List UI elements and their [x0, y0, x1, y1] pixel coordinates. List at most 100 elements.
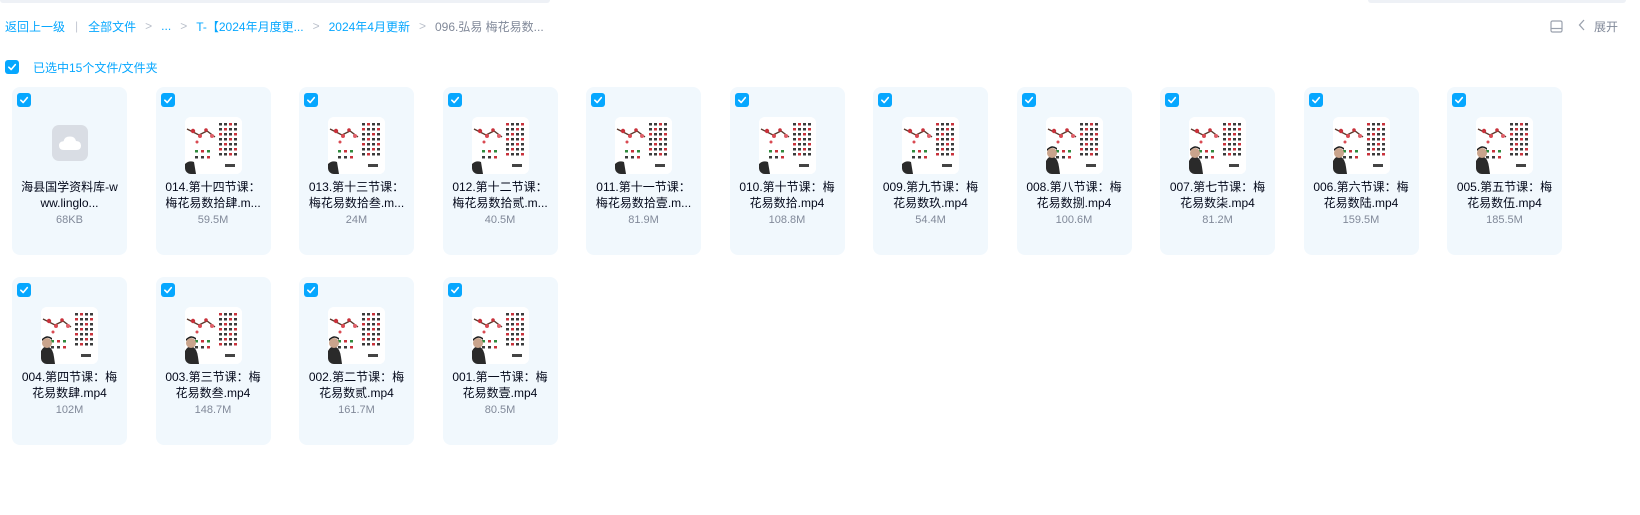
checkmark-icon: [306, 286, 316, 294]
file-card[interactable]: 012.第十二节课：梅花易数拾贰.m... 40.5M: [442, 87, 558, 255]
file-size: 161.7M: [338, 404, 375, 416]
file-card[interactable]: 003.第三节课：梅花易数叁.mp4 148.7M: [155, 277, 271, 445]
video-thumbnail-image: [902, 117, 959, 174]
video-thumbnail-image: [1332, 117, 1390, 174]
video-thumbnail-image: [184, 117, 242, 174]
file-card[interactable]: 005.第五节课：梅花易数伍.mp4 185.5M: [1447, 87, 1562, 255]
checkmark-icon: [19, 96, 29, 104]
file-card[interactable]: 013.第十三节课：梅花易数拾叁.m... 24M: [299, 87, 414, 255]
video-thumbnail: [1045, 117, 1103, 174]
video-thumbnail: [1189, 117, 1246, 174]
file-checkbox[interactable]: [160, 283, 175, 297]
breadcrumb-separator: >: [180, 19, 188, 33]
file-name: 012.第十二节课：梅花易数拾贰.m...: [452, 180, 548, 210]
select-all-checkbox[interactable]: [5, 60, 19, 74]
checkmark-icon: [306, 96, 316, 104]
file-checkbox[interactable]: [1452, 93, 1466, 107]
file-size: 68KB: [56, 214, 83, 226]
breadcrumb-divider: |: [75, 19, 79, 33]
checkmark-icon: [7, 63, 17, 71]
file-checkbox[interactable]: [304, 93, 318, 107]
file-name: 001.第一节课：梅花易数壹.mp4: [452, 370, 548, 400]
file-card[interactable]: 014.第十四节课：梅花易数拾肆.m... 59.5M: [155, 87, 271, 255]
checkmark-icon: [1024, 96, 1033, 104]
breadcrumb-ellipsis[interactable]: ...: [161, 19, 171, 33]
checkmark-icon: [1167, 96, 1177, 104]
file-size: 108.8M: [768, 214, 806, 226]
file-name: 009.第九节课：梅花易数玖.mp4: [882, 180, 979, 210]
video-thumbnail-image: [615, 117, 672, 174]
video-thumbnail: [1332, 117, 1390, 174]
file-name: 013.第十三节课：梅花易数拾叁.m...: [308, 180, 405, 210]
file-checkbox[interactable]: [1308, 93, 1323, 107]
file-name: 007.第七节课：梅花易数柒.mp4: [1169, 180, 1266, 210]
video-thumbnail-image: [184, 307, 242, 364]
sidebar-layout-icon[interactable]: [1550, 19, 1564, 33]
file-name: 003.第三节课：梅花易数叁.mp4: [165, 370, 261, 400]
breadcrumb-folder-monthly[interactable]: T-【2024年月度更...: [196, 18, 303, 35]
file-card[interactable]: 004.第四节课：梅花易数肆.mp4 102M: [12, 277, 127, 445]
search-bar-remnant: [0, 0, 550, 3]
file-card[interactable]: 007.第七节课：梅花易数柒.mp4 81.2M: [1160, 87, 1275, 255]
file-grid: 海县国学资料库-www.linglo... 68KB 014.第十四节课：梅花易…: [12, 87, 1562, 445]
video-thumbnail: [184, 307, 242, 364]
video-thumbnail: [471, 117, 529, 174]
video-thumbnail-image: [41, 307, 98, 364]
header-remnant: [1368, 0, 1626, 3]
checkmark-icon: [450, 96, 459, 104]
video-thumbnail-image: [1476, 117, 1533, 174]
video-thumbnail-image: [328, 307, 385, 364]
file-checkbox[interactable]: [447, 283, 462, 297]
checkmark-icon: [593, 96, 603, 104]
file-name: 011.第十一节课：梅花易数拾壹.m...: [595, 180, 692, 210]
breadcrumb-separator: >: [145, 19, 153, 33]
video-thumbnail: [328, 117, 385, 174]
breadcrumb-separator: >: [312, 19, 320, 33]
back-link[interactable]: 返回上一级: [5, 18, 65, 35]
video-thumbnail-image: [758, 117, 816, 174]
expand-button[interactable]: 展开: [1578, 18, 1618, 35]
file-card[interactable]: 009.第九节课：梅花易数玖.mp4 54.4M: [873, 87, 988, 255]
file-checkbox[interactable]: [17, 93, 31, 107]
file-size: 40.5M: [484, 214, 516, 226]
video-thumbnail-image: [328, 117, 385, 174]
breadcrumb: 返回上一级 | 全部文件 > ... > T-【2024年月度更... > 20…: [5, 18, 544, 34]
checkmark-icon: [163, 96, 172, 104]
file-card[interactable]: 002.第二节课：梅花易数贰.mp4 161.7M: [299, 277, 414, 445]
video-thumbnail: [184, 117, 242, 174]
video-thumbnail-image: [1189, 117, 1246, 174]
checkmark-icon: [1311, 96, 1320, 104]
checkmark-icon: [163, 286, 172, 294]
file-checkbox[interactable]: [878, 93, 892, 107]
file-card[interactable]: 010.第十节课：梅花易数拾.mp4 108.8M: [729, 87, 845, 255]
file-checkbox[interactable]: [1165, 93, 1179, 107]
breadcrumb-current: 096.弘易 梅花易数...: [434, 19, 544, 34]
file-card[interactable]: 001.第一节课：梅花易数壹.mp4 80.5M: [442, 277, 558, 445]
file-card[interactable]: 海县国学资料库-www.linglo... 68KB: [12, 87, 127, 255]
checkmark-icon: [1454, 96, 1464, 104]
file-size: 80.5M: [484, 404, 516, 416]
file-card[interactable]: 008.第八节课：梅花易数捌.mp4 100.6M: [1016, 87, 1132, 255]
file-name: 002.第二节课：梅花易数贰.mp4: [308, 370, 405, 400]
file-checkbox[interactable]: [447, 93, 462, 107]
file-checkbox[interactable]: [591, 93, 605, 107]
breadcrumb-folder-april[interactable]: 2024年4月更新: [329, 18, 410, 35]
file-name: 010.第十节课：梅花易数拾.mp4: [739, 180, 835, 210]
breadcrumb-all-files[interactable]: 全部文件: [88, 18, 136, 35]
file-name: 005.第五节课：梅花易数伍.mp4: [1456, 180, 1553, 210]
expand-label: 展开: [1593, 19, 1618, 34]
file-size: 54.4M: [915, 214, 946, 226]
file-name: 004.第四节课：梅花易数肆.mp4: [21, 370, 118, 400]
file-checkbox[interactable]: [17, 283, 31, 297]
video-thumbnail-image: [471, 117, 529, 174]
file-checkbox[interactable]: [734, 93, 749, 107]
video-thumbnail: [41, 307, 98, 364]
file-card[interactable]: 006.第六节课：梅花易数陆.mp4 159.5M: [1303, 87, 1419, 255]
file-size: 159.5M: [1342, 214, 1380, 226]
file-card[interactable]: 011.第十一节课：梅花易数拾壹.m... 81.9M: [586, 87, 701, 255]
file-checkbox[interactable]: [1021, 93, 1036, 107]
video-thumbnail-image: [1045, 117, 1103, 174]
file-checkbox[interactable]: [304, 283, 318, 297]
video-thumbnail: [902, 117, 959, 174]
file-checkbox[interactable]: [160, 93, 175, 107]
